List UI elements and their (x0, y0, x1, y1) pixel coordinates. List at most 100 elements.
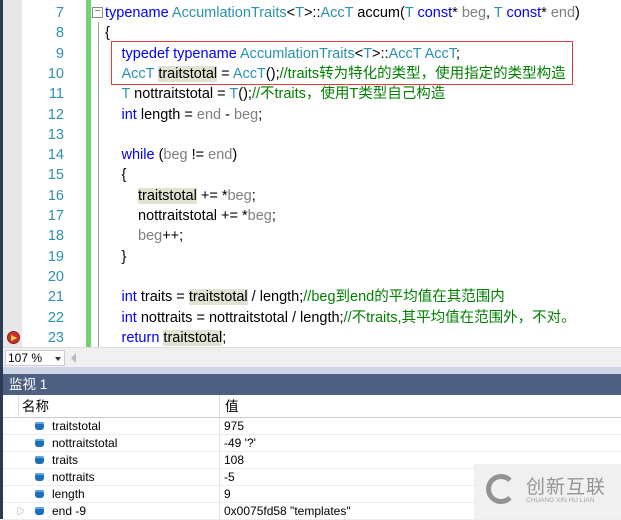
panel-divider[interactable] (0, 367, 621, 374)
code-token: } (121, 248, 127, 265)
code-comment: //不traits,其平均值在范围外，不对。 (343, 309, 576, 326)
code-line[interactable]: 12 int length = end - beg; (0, 105, 621, 125)
watch-value[interactable]: 9 (224, 486, 231, 503)
code-line[interactable]: 17 nottraitstotal += *beg; (0, 206, 621, 226)
code-text: int nottraits = nottraitstotal / length;… (122, 308, 576, 328)
watch-name[interactable]: nottraitstotal (52, 435, 117, 452)
line-number: 16 (47, 187, 64, 204)
code-token: end (208, 147, 233, 164)
code-line[interactable]: 21 int traits = traitstotal / length;//be… (0, 287, 621, 307)
code-keyword: int (121, 309, 137, 326)
code-line[interactable]: 7 typename AccumlationTraits<T>::AccT acc… (0, 3, 621, 23)
zoom-bar: 107 % (0, 347, 621, 367)
code-text: T nottraitstotal = T();//不traits，使用T类型自己… (122, 84, 446, 104)
code-token: nottraitstotal = (130, 86, 230, 103)
code-text: int traits = traitstotal / length;//beg到… (122, 287, 505, 307)
variable-icon (35, 490, 44, 498)
code-token: (); (238, 86, 252, 103)
code-token: beg (461, 5, 487, 21)
code-token: += * (196, 187, 228, 204)
line-number: 19 (47, 248, 64, 265)
code-token: end (196, 106, 222, 123)
watch-panel-title[interactable]: 监视 1 (3, 374, 621, 395)
line-number: 12 (47, 106, 64, 123)
highlighted-reference: traitstotal (188, 289, 248, 306)
expand-arrow-icon[interactable] (18, 507, 24, 515)
line-number: 20 (47, 268, 64, 285)
code-type: AccumlationTraits (171, 5, 287, 21)
code-line[interactable]: 19} (0, 247, 621, 267)
logo-subtext: CHUANG XIN HU LIAN (526, 497, 595, 504)
zoom-dropdown[interactable]: 107 % (5, 350, 65, 366)
column-header-value[interactable]: 值 (219, 395, 239, 418)
watch-name[interactable]: length (52, 486, 85, 503)
code-line[interactable]: 15 { (0, 165, 621, 185)
watch-name[interactable]: nottraits (52, 469, 95, 486)
code-token: * (452, 5, 462, 21)
watch-name[interactable]: end -9 (52, 503, 86, 520)
code-line[interactable]: 18 beg++; (0, 226, 621, 246)
code-token: beg (138, 228, 163, 245)
watch-value[interactable]: -49 '?' (224, 435, 256, 452)
chevron-down-icon (55, 357, 61, 361)
code-token: ; (251, 187, 256, 204)
column-header-name[interactable]: 名称 (18, 395, 219, 418)
code-token: nottraitstotal += * (138, 208, 248, 224)
code-comment: //beg到end的平均值在其范围内 (303, 289, 505, 306)
code-text: { (105, 23, 110, 43)
code-token: ; (271, 208, 276, 224)
logo-text: 创新互联 (526, 477, 607, 498)
code-token: beg (233, 106, 259, 123)
code-token: ; (258, 106, 263, 123)
code-token: , (486, 5, 494, 21)
watch-name[interactable]: traits (52, 452, 78, 469)
watch-value[interactable]: 108 (224, 452, 244, 469)
watch-row[interactable]: nottraitstotal -49 '?' (3, 435, 621, 452)
code-keyword: return (121, 329, 160, 346)
code-line[interactable]: 13 (0, 125, 621, 145)
code-keyword: int (121, 106, 137, 123)
code-text: traitstotal += *beg; (138, 186, 256, 206)
code-line[interactable]: 14 while (beg != end) (0, 145, 621, 165)
highlighted-reference: traitstotal (138, 187, 197, 204)
code-keyword: typename (105, 5, 169, 21)
code-type: AccT (320, 5, 354, 21)
code-text: typename AccumlationTraits<T>::AccT accu… (105, 3, 580, 23)
code-token: end (550, 5, 576, 21)
watch-column-headers: 名称 值 (3, 395, 621, 418)
line-number: 11 (48, 86, 64, 103)
code-token: beg (247, 208, 272, 224)
code-token: beg (163, 147, 188, 164)
code-line[interactable]: 20 (0, 267, 621, 287)
line-number: 21 (47, 289, 64, 306)
highlighted-reference: traitstotal (163, 329, 223, 346)
code-token: / length; (247, 289, 304, 306)
code-token: length = (136, 106, 197, 123)
code-token: beg (227, 187, 252, 204)
code-line[interactable]: 22 int nottraits = nottraitstotal / lengt… (0, 308, 621, 328)
watch-value[interactable]: -5 (224, 469, 235, 486)
line-number: 7 (55, 5, 64, 21)
code-token: nottraits = nottraitstotal / length; (136, 309, 344, 326)
code-token: ) (232, 147, 238, 164)
watch-name[interactable]: traitstotal (52, 418, 101, 435)
code-line[interactable]: 23 return traitstotal; (0, 328, 621, 347)
code-keyword: while (121, 147, 155, 164)
code-text: return traitstotal; (121, 328, 226, 347)
zoom-value: 107 % (8, 351, 43, 365)
watermark-logo: 创新互联 CHUANG XIN HU LIAN (474, 464, 621, 519)
code-token: traits = (136, 289, 189, 306)
watch-value[interactable]: 0x0075fd58 "templates" (224, 503, 351, 520)
code-type: T (121, 86, 131, 103)
breakpoint-current-statement-icon[interactable] (7, 331, 20, 344)
code-editor[interactable]: − 7 typename AccumlationTraits<T>::AccT a… (0, 0, 621, 347)
code-token: >:: (303, 5, 321, 21)
watch-row[interactable]: traitstotal 975 (3, 418, 621, 435)
logo-mark-icon (486, 474, 516, 504)
line-number: 18 (47, 228, 64, 245)
code-text: beg++; (138, 226, 183, 246)
watch-value[interactable]: 975 (224, 418, 244, 435)
code-line[interactable]: 16 traitstotal += *beg; (0, 186, 621, 206)
scroll-left-icon[interactable] (71, 353, 76, 363)
code-line[interactable]: 11 T nottraitstotal = T();//不traits，使用T类型… (0, 84, 621, 104)
